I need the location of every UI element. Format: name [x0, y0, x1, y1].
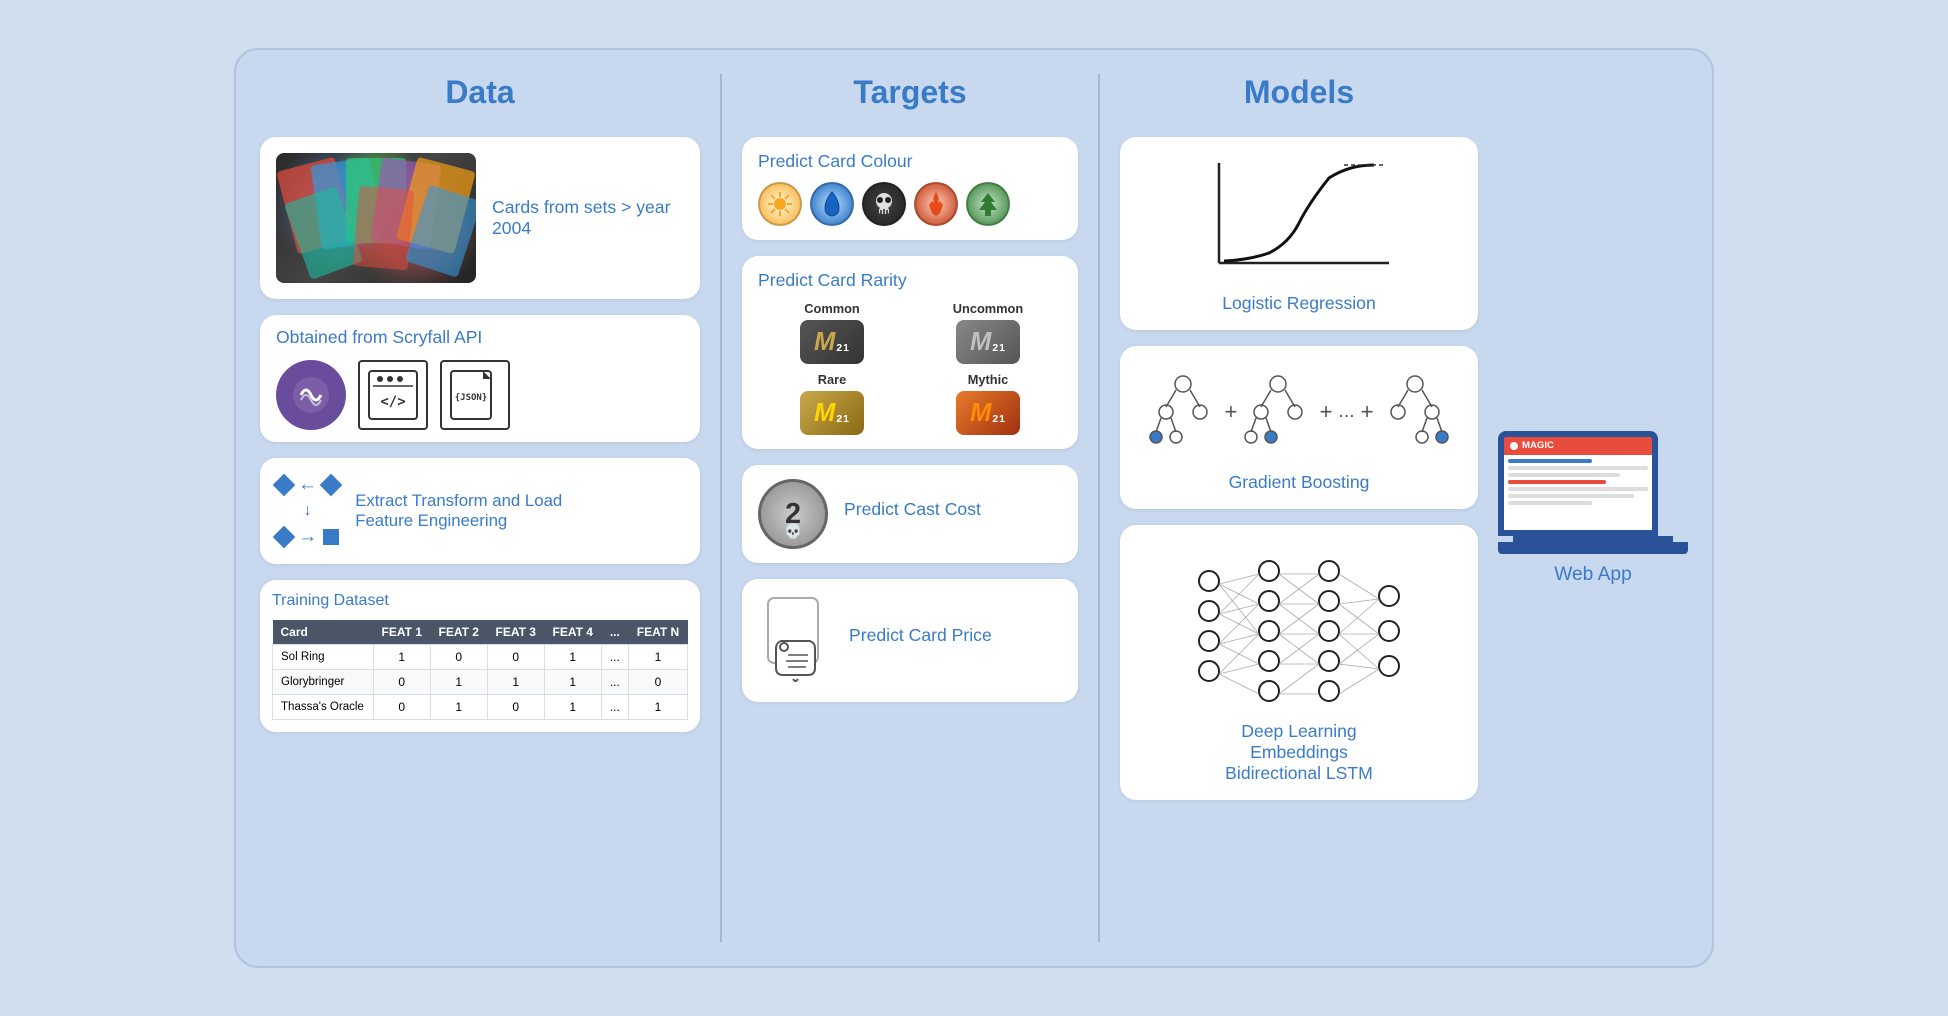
logistic-title: Logistic Regression — [1222, 293, 1376, 314]
col-feat2: FEAT 2 — [430, 620, 487, 645]
etl-icons: ← ↓ → — [276, 474, 339, 548]
arrow-left2-icon: → — [298, 526, 317, 548]
mana-black-symbol — [862, 182, 906, 226]
svg-text:{JSON}: {JSON} — [455, 393, 488, 403]
etl-card: ← ↓ → Extract Transform and Load Feature… — [260, 458, 700, 564]
mana-symbols — [758, 182, 1062, 226]
price-title: Predict Card Price — [849, 625, 992, 646]
gradient-title: Gradient Boosting — [1229, 472, 1370, 493]
api-title: Obtained from Scryfall API — [276, 327, 684, 348]
laptop-stand — [1513, 536, 1673, 542]
col-dots: ... — [601, 620, 628, 645]
col-feat3: FEAT 3 — [487, 620, 544, 645]
models-header: Models — [1120, 74, 1478, 111]
targets-column: Targets Predict Card Colour — [720, 74, 1100, 942]
targets-header: Targets — [742, 74, 1078, 111]
deep-learning-card: Deep Learning Embeddings Bidirectional L… — [1120, 525, 1478, 800]
webapp-column: MAGIC Web App — [1478, 74, 1688, 942]
tree3-icon — [1380, 372, 1450, 452]
rarity-uncommon: Uncommon M21 — [914, 301, 1062, 364]
gradient-card: + + ... + — [1120, 346, 1478, 509]
square-icon — [323, 529, 339, 545]
api-icons: </> {JSON} — [276, 360, 684, 430]
mana-white-symbol — [758, 182, 802, 226]
table-row: Sol Ring 1 0 0 1 ... 1 — [273, 645, 688, 670]
table-row: Glorybringer 0 1 1 1 ... 0 — [273, 670, 688, 695]
price-tag-icon — [758, 593, 833, 688]
col-feat1: FEAT 1 — [373, 620, 430, 645]
webapp-label: Web App — [1554, 564, 1632, 586]
data-column: Data Cards from sets > year 2004 — [260, 74, 720, 942]
models-column: Models Logistic Regression — [1100, 74, 1478, 942]
dataset-table: Card FEAT 1 FEAT 2 FEAT 3 FEAT 4 ... FEA… — [272, 620, 688, 720]
scryfall-icon — [276, 360, 346, 430]
laptop-screen: MAGIC — [1498, 431, 1658, 536]
rarity-grid: Common M21 Uncommon M21 Rare M21 — [758, 301, 1062, 435]
rarity-title: Predict Card Rarity — [758, 270, 1062, 291]
table-row: Thassa's Oracle 0 1 0 1 ... 1 — [273, 695, 688, 720]
deep-title: Deep Learning Embeddings Bidirectional L… — [1225, 721, 1373, 784]
mana-green-symbol — [966, 182, 1010, 226]
arrow-left-icon: ← — [298, 474, 317, 496]
data-header: Data — [260, 74, 700, 111]
plus3-icon: + — [1361, 399, 1374, 425]
cast-cost-title: Predict Cast Cost — [844, 499, 981, 520]
cards-image — [276, 153, 476, 283]
col-feat4: FEAT 4 — [544, 620, 601, 645]
dots-icon: ... — [1339, 401, 1355, 423]
neural-net-icon — [1179, 541, 1419, 711]
cast-cost-card: 2 💀 Predict Cast Cost — [742, 465, 1078, 563]
main-container: Data Cards from sets > year 2004 — [234, 48, 1714, 968]
rarity-common: Common M21 — [758, 301, 906, 364]
cards-image-card: Cards from sets > year 2004 — [260, 137, 700, 299]
tree1-icon — [1148, 372, 1218, 452]
cards-text: Cards from sets > year 2004 — [492, 197, 684, 239]
logistic-card: Logistic Regression — [1120, 137, 1478, 330]
diamond-icon — [273, 474, 296, 497]
logistic-regression-chart — [1189, 153, 1409, 283]
arrow-down-icon: ↓ — [304, 502, 312, 520]
dataset-title: Training Dataset — [272, 592, 688, 610]
laptop-icon: MAGIC — [1498, 431, 1688, 554]
rarity-mythic: Mythic M21 — [914, 372, 1062, 435]
col-card: Card — [273, 620, 374, 645]
cast-cost-coin: 2 💀 — [758, 479, 828, 549]
colour-card: Predict Card Colour — [742, 137, 1078, 240]
svg-text:</>: </> — [380, 394, 405, 410]
colour-title: Predict Card Colour — [758, 151, 1062, 172]
diamond3-icon — [273, 526, 296, 549]
rarity-card: Predict Card Rarity Common M21 Uncommon … — [742, 256, 1078, 449]
api-card: Obtained from Scryfall API — [260, 315, 700, 442]
mana-blue-symbol — [810, 182, 854, 226]
webapp-container: MAGIC Web App — [1498, 431, 1688, 586]
plus-icon: + — [1224, 399, 1237, 425]
json-icon: {JSON} — [440, 360, 510, 430]
code-icon: </> — [358, 360, 428, 430]
diamond2-icon — [320, 474, 343, 497]
tree2-icon — [1243, 372, 1313, 452]
dataset-card: Training Dataset Card FEAT 1 FEAT 2 FEAT… — [260, 580, 700, 732]
price-card: Predict Card Price — [742, 579, 1078, 702]
mana-red-symbol — [914, 182, 958, 226]
gradient-trees: + + ... + — [1138, 362, 1459, 462]
plus2-icon: + — [1319, 399, 1332, 425]
etl-text: Extract Transform and Load Feature Engin… — [355, 491, 562, 531]
rarity-rare: Rare M21 — [758, 372, 906, 435]
col-featn: FEAT N — [628, 620, 687, 645]
laptop-base — [1498, 542, 1688, 554]
